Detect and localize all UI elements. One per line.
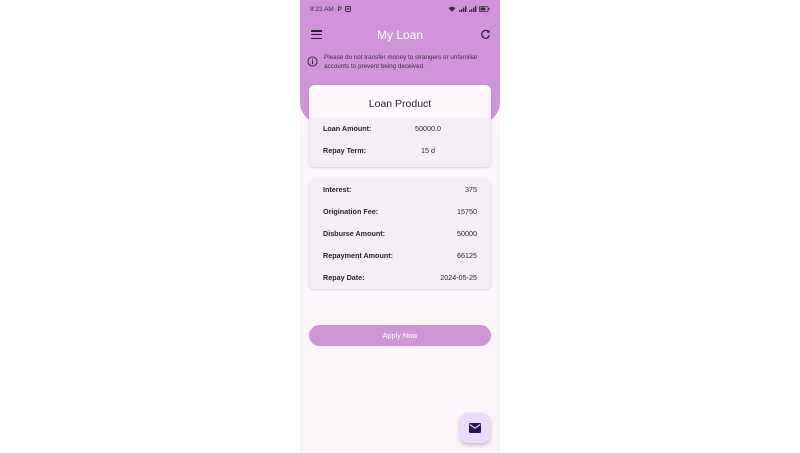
notice-text: Please do not transfer money to stranger…	[324, 54, 478, 70]
origination-fee-label: Origination Fee:	[323, 207, 379, 216]
repayment-amount-value: 66125	[457, 251, 477, 260]
phone-screen: 8:22 AM P My Loan Please do not transfer…	[300, 0, 500, 453]
mail-icon	[469, 423, 481, 433]
apply-now-button[interactable]: Apply Now	[309, 325, 491, 346]
wifi-icon	[448, 6, 456, 12]
loan-product-title: Loan Product	[368, 98, 432, 110]
repay-date-value: 2024-05-25	[440, 273, 477, 282]
disburse-amount-label: Disburse Amount:	[323, 229, 386, 238]
interest-row: Interest: 375	[323, 185, 477, 197]
mail-fab-button[interactable]	[460, 413, 490, 443]
repay-term-label: Repay Term:	[323, 146, 367, 155]
repay-date-label: Repay Date:	[323, 273, 365, 282]
loan-product-card: Loan Product Loan Amount: 50000.0 Repay …	[309, 85, 491, 167]
disburse-amount-row: Disburse Amount: 50000	[323, 229, 477, 241]
status-bar: 8:22 AM P	[300, 0, 500, 18]
interest-label: Interest:	[323, 185, 352, 194]
repayment-amount-row: Repayment Amount: 66125	[323, 251, 477, 263]
status-time: 8:22 AM P	[310, 6, 351, 13]
battery-icon	[479, 6, 490, 12]
loan-details-card: Interest: 375 Origination Fee: 15750 Dis…	[309, 178, 491, 289]
loan-amount-label: Loan Amount:	[323, 124, 372, 133]
loan-product-header: Loan Product	[309, 85, 491, 117]
page-title: My Loan	[376, 28, 424, 42]
disburse-amount-value: 50000	[457, 229, 477, 238]
repay-term-row: Repay Term: 15 d	[323, 146, 477, 158]
repay-date-row: Repay Date: 2024-05-25	[323, 273, 477, 285]
status-indicator: P	[337, 6, 343, 13]
loan-amount-row: Loan Amount: 50000.0	[323, 124, 477, 136]
signal-icon-2	[468, 6, 477, 12]
info-icon	[307, 56, 318, 67]
origination-fee-row: Origination Fee: 15750	[323, 207, 477, 219]
notice-banner: Please do not transfer money to stranger…	[306, 53, 496, 73]
origination-fee-value: 15750	[457, 207, 477, 216]
refresh-icon[interactable]	[480, 29, 491, 40]
status-time-text: 8:22 AM	[310, 6, 334, 13]
interest-value: 375	[465, 185, 477, 194]
signal-icon	[458, 6, 467, 12]
notification-icon	[344, 6, 351, 12]
loan-amount-value: 50000.0	[415, 124, 441, 133]
repayment-amount-label: Repayment Amount:	[323, 251, 394, 260]
repay-term-value: 15 d	[421, 146, 435, 155]
status-icons	[448, 6, 490, 14]
